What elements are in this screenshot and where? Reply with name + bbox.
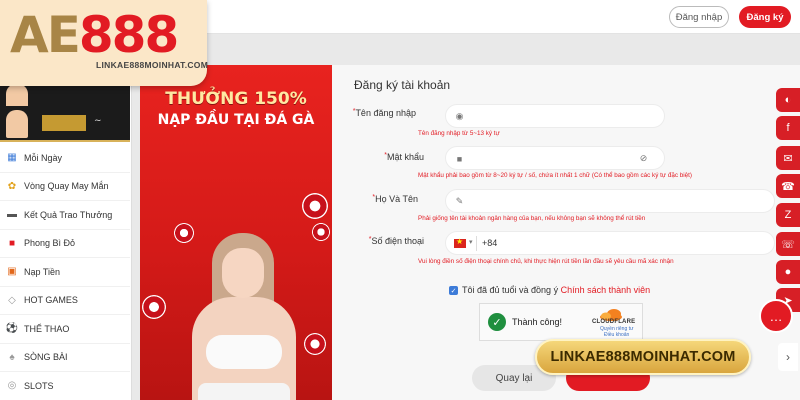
sidebar-item-label: Kết Quả Trao Thưởng bbox=[24, 209, 113, 220]
sidebar-item-label: Vòng Quay May Mắn bbox=[24, 181, 109, 192]
logo-brand: AE888 bbox=[10, 6, 179, 64]
chevron-right-icon[interactable]: › bbox=[778, 343, 798, 371]
casino-chip-icon bbox=[174, 223, 194, 243]
model-image bbox=[222, 248, 264, 298]
promo-banner: THƯỞNG 150% NẠP ĐẦU TẠI ĐÁ GÀ bbox=[140, 65, 332, 400]
register-button[interactable]: Đăng ký bbox=[739, 6, 791, 28]
user-icon: ◉ bbox=[455, 111, 464, 121]
logo-link-text: LINKAE888MOINHAT.COM bbox=[96, 60, 209, 70]
country-code: +84 bbox=[482, 238, 498, 248]
captcha-status: Thành công! bbox=[512, 317, 563, 327]
phone-icon[interactable]: ☎ bbox=[776, 174, 800, 198]
sidebar-item-label: SÒNG BÀI bbox=[24, 352, 68, 363]
member-policy-link[interactable]: Chính sách thành viên bbox=[561, 285, 651, 295]
casino-icon: ♠ bbox=[9, 351, 15, 363]
sidebar: ~ ▦ Mỗi Ngày ✿ Vòng Quay May Mắn ▬ Kết Q… bbox=[0, 34, 132, 400]
promo-signature-image: ~ bbox=[94, 116, 102, 126]
captcha-links: Quyền riêng tư Điều khoản bbox=[600, 326, 633, 338]
soccer-icon: ⚽ bbox=[5, 323, 19, 335]
banner-subtitle: NẠP ĐẦU TẠI ĐÁ GÀ bbox=[157, 112, 315, 128]
messenger-icon[interactable]: ✉ bbox=[776, 146, 800, 170]
diamond-icon: ◇ bbox=[8, 294, 16, 306]
sidebar-item-slots[interactable]: ◎ SLOTS bbox=[0, 372, 130, 400]
sidebar-item-red-envelope[interactable]: ■ Phong Bì Đỏ bbox=[0, 230, 130, 258]
slots-icon: ◎ bbox=[7, 380, 17, 392]
agree-text: Tôi đã đủ tuổi và đồng ý Chính sách thàn… bbox=[462, 285, 651, 295]
sidebar-item-lucky-wheel[interactable]: ✿ Vòng Quay May Mắn bbox=[0, 173, 130, 201]
sidebar-item-daily[interactable]: ▦ Mỗi Ngày bbox=[0, 144, 130, 173]
call-icon[interactable]: ● bbox=[776, 260, 800, 284]
password-field[interactable]: ■ ⊘ bbox=[445, 146, 665, 170]
sidebar-item-deposit[interactable]: ▣ Nạp Tiền bbox=[0, 258, 130, 287]
lock-icon: ■ bbox=[456, 153, 463, 164]
sidebar-item-label: Phong Bì Đỏ bbox=[24, 238, 76, 249]
fullname-field[interactable]: ✎ bbox=[445, 189, 775, 213]
car-icon: ▬ bbox=[7, 209, 17, 221]
username-hint: Tên đăng nhập từ 5~13 ký tự bbox=[418, 130, 500, 137]
fullname-label: *Họ Và Tên bbox=[372, 194, 418, 204]
deposit-icon: ▣ bbox=[7, 266, 17, 278]
casino-chip-icon bbox=[142, 295, 166, 319]
phone-field[interactable]: ▾ +84 bbox=[445, 231, 775, 255]
sidebar-item-label: THỂ THAO bbox=[24, 323, 70, 334]
model-image bbox=[198, 383, 290, 400]
login-button[interactable]: Đăng nhập bbox=[669, 6, 729, 28]
agree-checkbox[interactable]: ✓ bbox=[449, 286, 458, 295]
zalo-icon[interactable]: Z bbox=[776, 203, 800, 227]
casino-chip-icon bbox=[312, 223, 330, 241]
casino-chip-icon bbox=[304, 333, 326, 355]
facebook-icon[interactable]: f bbox=[776, 116, 800, 140]
logo[interactable]: AE888 LINKAE888MOINHAT.COM bbox=[0, 0, 209, 86]
wheel-icon: ✿ bbox=[7, 180, 17, 192]
sidebar-item-label: SLOTS bbox=[24, 380, 54, 391]
eye-hidden-icon[interactable]: ⊘ bbox=[638, 153, 649, 164]
sidebar-item-label: HOT GAMES bbox=[24, 295, 78, 306]
password-label: *Mật khẩu bbox=[384, 152, 424, 162]
promo-person-image bbox=[6, 110, 28, 138]
promo-brand-image bbox=[42, 115, 86, 131]
phone-label: *Số điện thoại bbox=[368, 236, 424, 246]
red-envelope-icon: ■ bbox=[8, 237, 16, 249]
sidebar-item-sports[interactable]: ⚽ THỂ THAO bbox=[0, 315, 130, 344]
username-label: *Tên đăng nhập bbox=[352, 108, 416, 118]
vietnam-flag-icon[interactable] bbox=[454, 237, 466, 248]
casino-chip-icon bbox=[302, 193, 328, 219]
captcha-widget: ✓ Thành công! CLOUDFLARE Quyền riêng tư … bbox=[479, 303, 643, 341]
edit-icon: ✎ bbox=[455, 196, 464, 206]
live-chat-icon[interactable]: … bbox=[759, 299, 793, 333]
chevron-down-icon[interactable]: ▾ bbox=[469, 238, 473, 246]
sidebar-item-label: Mỗi Ngày bbox=[24, 152, 63, 163]
promo-card[interactable]: ~ bbox=[0, 106, 130, 142]
sidebar-item-label: Nạp Tiền bbox=[24, 266, 61, 277]
sidebar-item-hot-games[interactable]: ◇ HOT GAMES bbox=[0, 287, 130, 315]
cloudflare-brand: CLOUDFLARE bbox=[592, 319, 636, 325]
banner-title: THƯỞNG 150% bbox=[165, 89, 307, 109]
form-title: Đăng ký tài khoản bbox=[354, 78, 451, 92]
sidebar-menu: ▦ Mỗi Ngày ✿ Vòng Quay May Mắn ▬ Kết Quả… bbox=[0, 144, 130, 400]
username-field[interactable]: ◉ bbox=[445, 104, 665, 128]
calendar-icon: ▦ bbox=[7, 152, 17, 164]
support-icon[interactable]: ◐ bbox=[776, 88, 800, 112]
terms-link[interactable]: Điều khoản bbox=[600, 332, 633, 338]
sidebar-item-casino[interactable]: ♠ SÒNG BÀI bbox=[0, 344, 130, 372]
phone-icon[interactable]: ☏ bbox=[776, 232, 800, 256]
success-check-icon: ✓ bbox=[488, 313, 506, 331]
password-hint: Mật khẩu phải bao gồm từ 8~20 ký tự / số… bbox=[418, 172, 692, 179]
phone-hint: Vui lòng điền số điện thoại chính chủ, k… bbox=[418, 258, 674, 265]
sidebar-item-reward-results[interactable]: ▬ Kết Quả Trao Thưởng bbox=[0, 201, 130, 230]
model-image bbox=[206, 335, 282, 369]
watermark-badge: LINKAE888MOINHAT.COM bbox=[535, 339, 751, 375]
fullname-hint: Phải giống tên tài khoản ngân hàng của b… bbox=[418, 215, 646, 222]
